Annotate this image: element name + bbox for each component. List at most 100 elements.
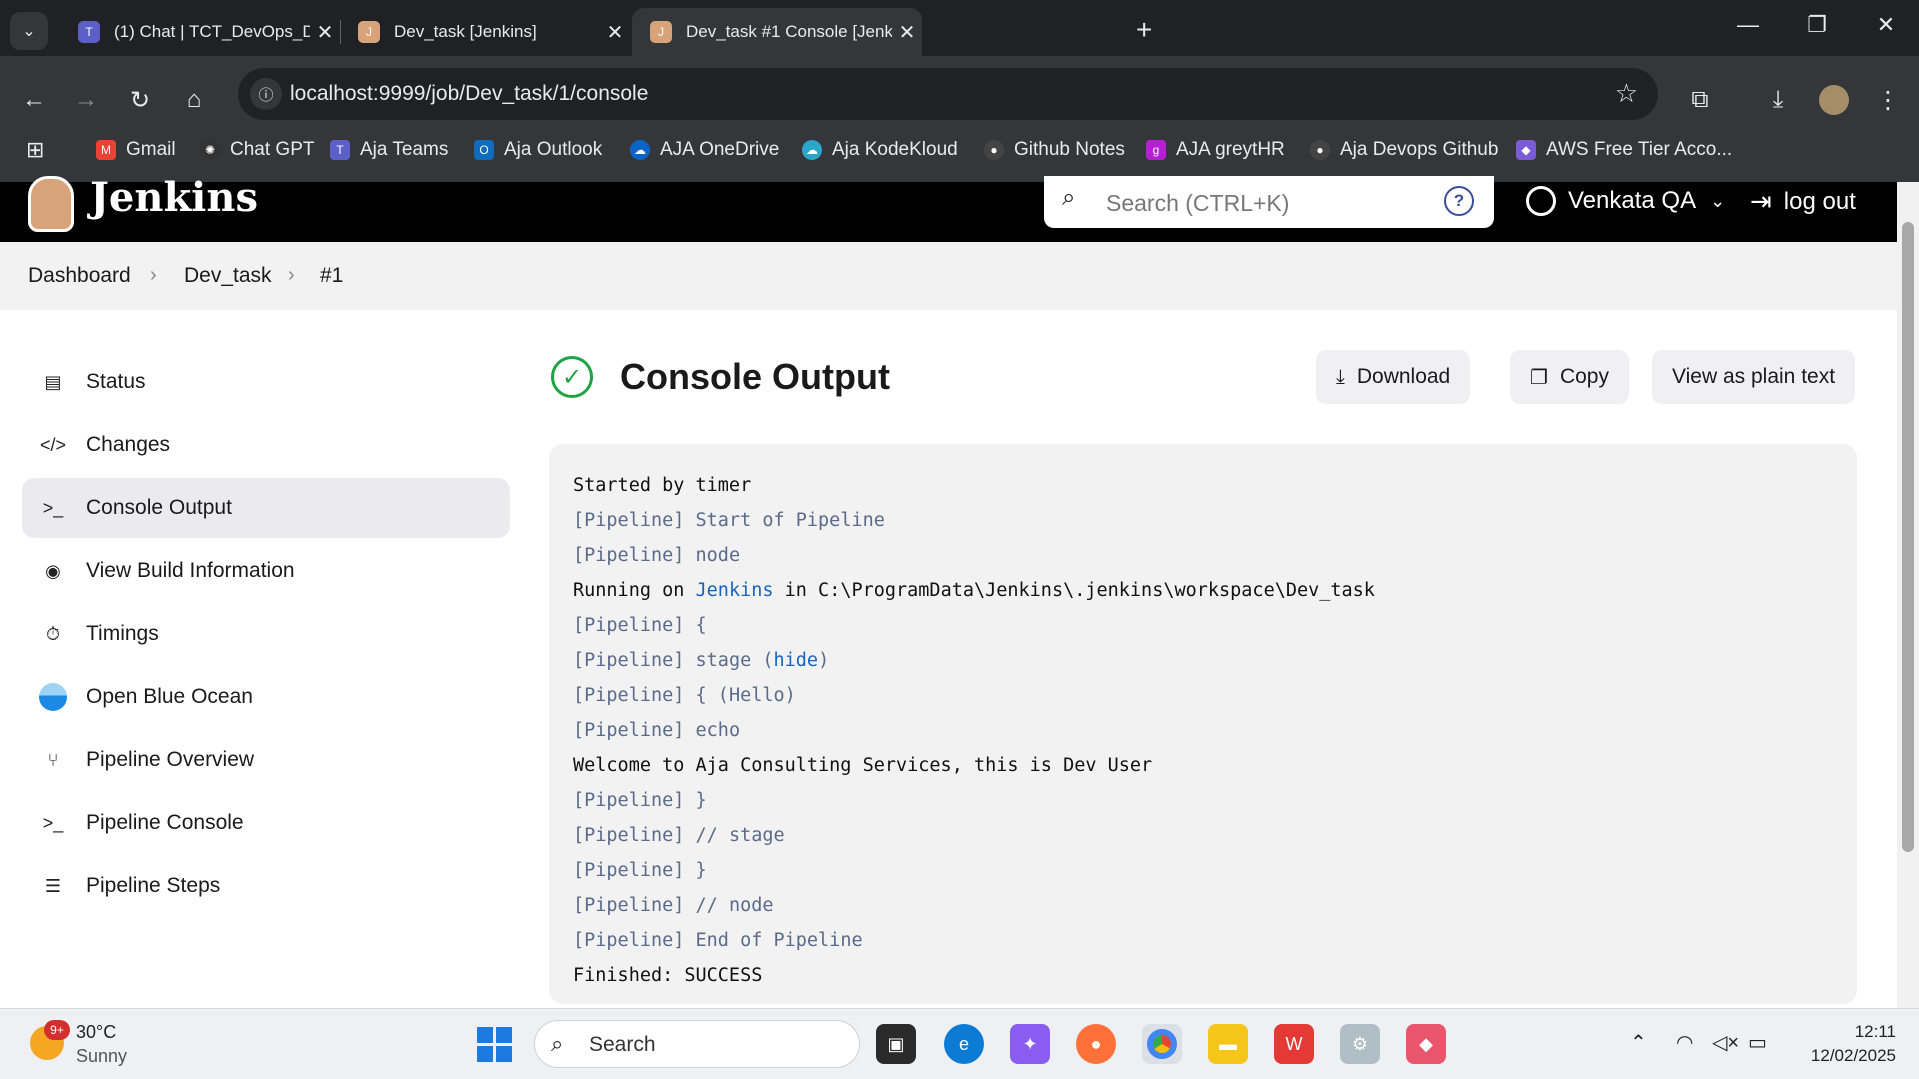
teams-icon: T: [78, 21, 100, 43]
pipeline-prefix: [Pipeline]: [573, 930, 696, 951]
bookmark-gmail[interactable]: M Gmail: [96, 138, 176, 162]
teams-icon: T: [330, 140, 350, 160]
jenkins-logo-icon[interactable]: [28, 176, 74, 232]
console-line: [Pipeline] // node: [573, 895, 774, 916]
bookmark-star-icon[interactable]: ☆: [1615, 78, 1638, 109]
battery-icon[interactable]: ▭: [1748, 1030, 1767, 1055]
forward-icon[interactable]: →: [66, 80, 106, 120]
breadcrumb-dev-task[interactable]: Dev_task: [184, 264, 272, 288]
terminal-icon: >_: [42, 497, 64, 518]
new-tab-plus-icon[interactable]: +: [1136, 14, 1152, 46]
profile-avatar[interactable]: [1814, 80, 1854, 120]
sidebar-item-open-blue-ocean[interactable]: Open Blue Ocean: [22, 667, 510, 727]
windows-start-icon[interactable]: [474, 1024, 514, 1064]
copilot-icon[interactable]: ✦: [1010, 1024, 1050, 1064]
download-icon: ⤓: [1336, 365, 1345, 388]
chatgpt-icon: ✺: [200, 140, 220, 160]
page-scrollbar[interactable]: [1897, 182, 1919, 1008]
bookmark-aja-devops-github[interactable]: ● Aja Devops Github: [1310, 138, 1498, 162]
pipeline-prefix: [Pipeline]: [573, 860, 696, 881]
chrome-icon[interactable]: [1142, 1024, 1182, 1064]
copy-icon: ❐: [1530, 366, 1548, 389]
address-bar[interactable]: ⓘ localhost:9999/job/Dev_task/1/console …: [238, 68, 1658, 120]
search-icon: ⌕: [1062, 184, 1076, 211]
gmail-icon: M: [96, 140, 116, 160]
page-title: Console Output: [620, 356, 890, 397]
breadcrumb-build-1[interactable]: #1: [320, 264, 343, 288]
wps-office-icon[interactable]: W: [1274, 1024, 1314, 1064]
sidebar-item-view-build-information[interactable]: ◉ View Build Information: [22, 541, 510, 601]
sidebar-item-changes[interactable]: </> Changes: [22, 415, 510, 475]
wifi-icon[interactable]: ◠: [1676, 1030, 1693, 1055]
system-clock[interactable]: 12:11 12/02/2025: [1796, 1020, 1896, 1068]
console-line: [Pipeline] // stage: [573, 825, 785, 846]
notification-badge: 9+: [44, 1020, 70, 1040]
menu-icon[interactable]: ⋮: [1868, 80, 1908, 120]
view-as-plain-text-button[interactable]: View as plain text: [1652, 350, 1856, 404]
jenkins-icon: J: [358, 21, 380, 43]
breadcrumb-dashboard[interactable]: Dashboard: [28, 264, 131, 288]
bookmark-aja-onedrive[interactable]: ☁ AJA OneDrive: [630, 138, 779, 162]
bookmark-chat-gpt[interactable]: ✺ Chat GPT: [200, 138, 314, 162]
sidebar-item-pipeline-steps[interactable]: ☰ Pipeline Steps: [22, 856, 510, 916]
bookmark-aws-free-tier[interactable]: ◆ AWS Free Tier Acco...: [1516, 138, 1732, 162]
tab-dev-task-console[interactable]: J Dev_task #1 Console [Jenkins] ✕: [632, 8, 922, 56]
search-placeholder[interactable]: Search (CTRL+K): [1106, 190, 1289, 217]
blue-ocean-icon: [38, 682, 68, 712]
sidebar-item-status[interactable]: ▤ Status: [22, 352, 510, 412]
tab-search-chevron-icon[interactable]: ⌄: [10, 12, 48, 50]
minimize-icon[interactable]: —: [1728, 12, 1768, 38]
copy-button[interactable]: ❐ Copy: [1510, 350, 1629, 404]
file-explorer-icon[interactable]: ▬: [1208, 1024, 1248, 1064]
jenkins-icon: J: [650, 21, 672, 43]
chevron-up-icon[interactable]: ⌃: [1630, 1030, 1647, 1055]
back-icon[interactable]: ←: [14, 80, 54, 120]
code-icon: </>: [39, 434, 67, 455]
edge-icon[interactable]: e: [944, 1024, 984, 1064]
bookmark-aja-greythr[interactable]: g AJA greytHR: [1146, 138, 1285, 162]
tab-teams-chat[interactable]: T (1) Chat | TCT_DevOps_D.4001 | ✕: [60, 8, 340, 56]
site-info-icon[interactable]: ⓘ: [250, 78, 282, 110]
home-icon[interactable]: ⌂: [174, 80, 214, 120]
restore-icon[interactable]: ❐: [1797, 12, 1837, 38]
bookmark-aja-teams[interactable]: T Aja Teams: [330, 138, 448, 162]
hide-stage-link[interactable]: hide: [774, 650, 819, 671]
jenkins-search-box[interactable]: ⌕ Search (CTRL+K) ?: [1044, 176, 1494, 228]
firefox-icon[interactable]: ●: [1076, 1024, 1116, 1064]
sidebar-item-timings[interactable]: ⏱ Timings: [22, 604, 510, 664]
close-tab-icon[interactable]: ✕: [600, 20, 630, 45]
close-tab-icon[interactable]: ✕: [310, 20, 340, 45]
url-text[interactable]: localhost:9999/job/Dev_task/1/console: [290, 82, 648, 106]
chevron-down-icon: ⌄: [1710, 190, 1726, 211]
taskbar-search[interactable]: ⌕ Search: [534, 1020, 860, 1068]
breadcrumb-separator-icon: ›: [288, 264, 295, 286]
bookmark-github-notes[interactable]: ● Github Notes: [984, 138, 1125, 162]
logout-link[interactable]: ⇥ log out: [1750, 186, 1856, 217]
bookmark-aja-kodekloud[interactable]: ☁ Aja KodeKloud: [802, 138, 958, 162]
pipeline-prefix: [Pipeline]: [573, 545, 696, 566]
downloads-icon[interactable]: ⤓: [1758, 80, 1798, 120]
scrollbar-thumb[interactable]: [1902, 222, 1914, 852]
sidebar-item-pipeline-console[interactable]: >_ Pipeline Console: [22, 793, 510, 853]
jenkins-title[interactable]: Jenkins: [90, 174, 258, 221]
bookmark-aja-outlook[interactable]: O Aja Outlook: [474, 138, 602, 162]
sidebar-item-console-output[interactable]: >_ Console Output: [22, 478, 510, 538]
reload-icon[interactable]: ↻: [120, 80, 160, 120]
pipeline-prefix: [Pipeline]: [573, 825, 696, 846]
volume-muted-icon[interactable]: ◁×: [1712, 1030, 1739, 1055]
extensions-icon[interactable]: ⧉: [1680, 80, 1720, 120]
console-line: Started by timer: [573, 475, 752, 496]
outlook-icon: O: [474, 140, 494, 160]
close-window-icon[interactable]: ✕: [1866, 12, 1906, 38]
user-menu[interactable]: Venkata QA ⌄: [1526, 186, 1725, 216]
task-view-icon[interactable]: ▣: [876, 1024, 916, 1064]
apps-grid-icon[interactable]: ⊞: [26, 137, 44, 162]
close-tab-icon[interactable]: ✕: [892, 20, 922, 45]
help-icon[interactable]: ?: [1444, 186, 1474, 216]
git-icon[interactable]: ◆: [1406, 1024, 1446, 1064]
settings-gear-icon[interactable]: ⚙: [1340, 1024, 1380, 1064]
jenkins-node-link[interactable]: Jenkins: [696, 580, 774, 601]
sidebar-item-pipeline-overview[interactable]: ⑂ Pipeline Overview: [22, 730, 510, 790]
download-button[interactable]: ⤓ Download: [1316, 350, 1471, 404]
tab-dev-task[interactable]: J Dev_task [Jenkins] ✕: [340, 8, 630, 56]
